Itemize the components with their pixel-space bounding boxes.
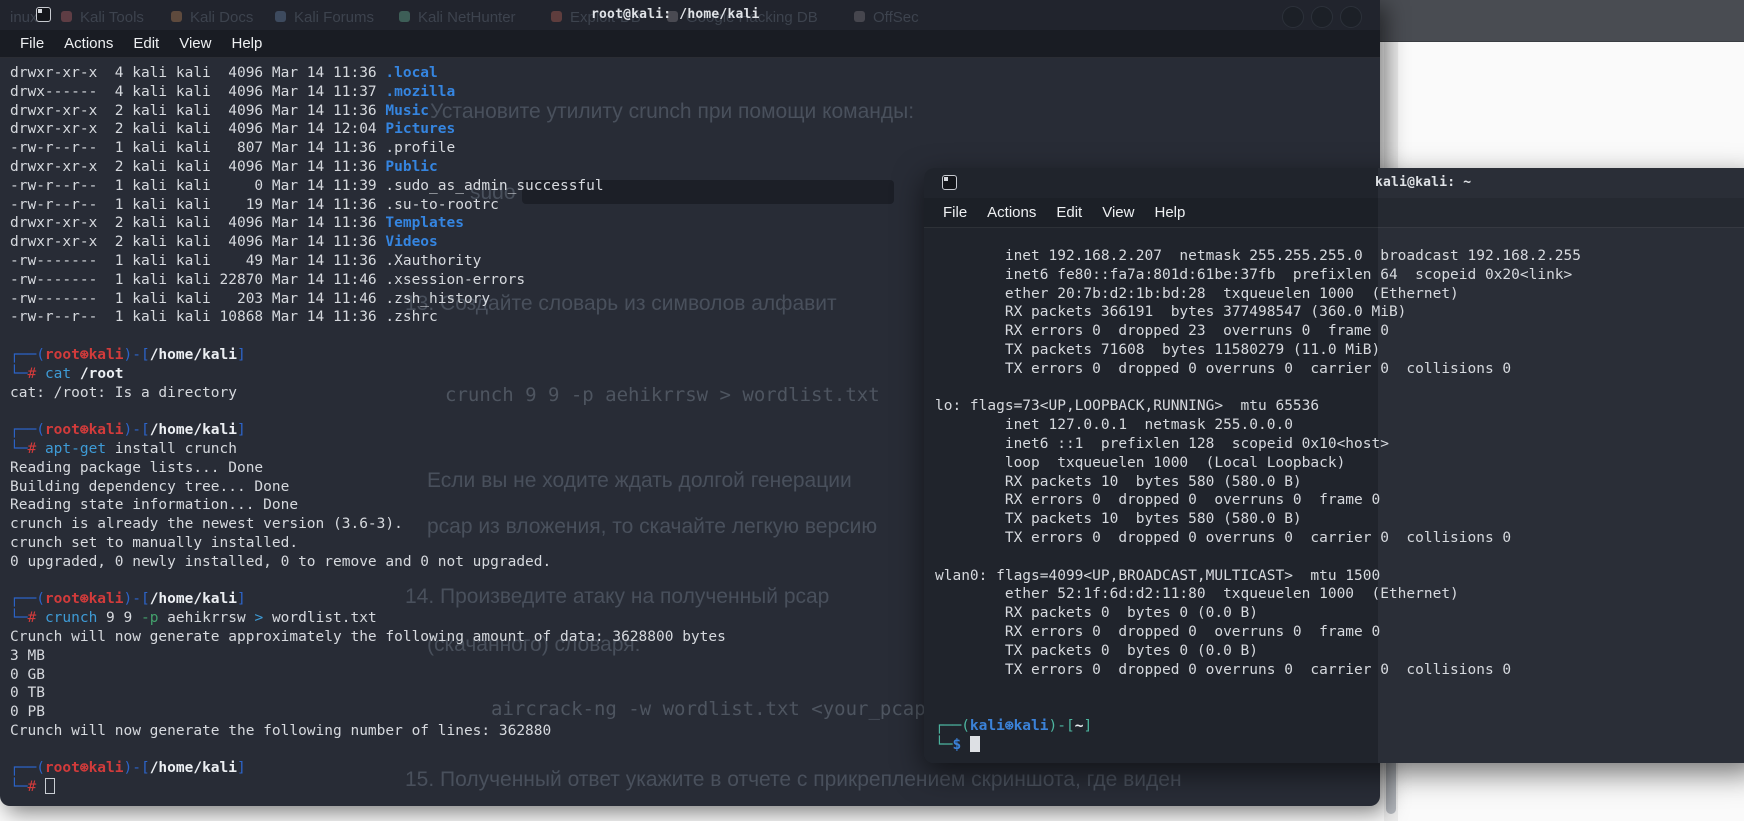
bookmark-item: Kali Tools — [80, 9, 144, 26]
terminal-line — [935, 698, 1744, 717]
window-close-button[interactable] — [1340, 6, 1362, 28]
terminal-line: TX packets 0 bytes 0 (0.0 B) — [935, 642, 1744, 661]
bookmark-item: Kali Docs — [190, 9, 253, 26]
terminal-line: TX errors 0 dropped 0 overruns 0 carrier… — [935, 360, 1744, 379]
bookmark-icon — [275, 11, 286, 22]
terminal-kali-menubar: File Actions Edit View Help — [924, 198, 1744, 228]
bookmark-item: inux — [10, 9, 38, 26]
terminal-line — [935, 679, 1744, 698]
terminal-line — [935, 548, 1744, 567]
menu-item-edit[interactable]: Edit — [1056, 204, 1082, 221]
terminal-line: loop txqueuelen 1000 (Local Loopback) — [935, 454, 1744, 473]
terminal-cursor — [970, 736, 980, 752]
desktop: результат inuxKali ToolsKali DocsKali Fo… — [0, 0, 1744, 821]
terminal-line: inet6 ::1 prefixlen 128 scopeid 0x10<hos… — [935, 435, 1744, 454]
terminal-line: wlan0: flags=4099<UP,BROADCAST,MULTICAST… — [935, 567, 1744, 586]
menu-item-view[interactable]: View — [1102, 204, 1134, 221]
terminal-icon — [36, 7, 51, 22]
bookmark-icon — [854, 11, 865, 22]
terminal-line: └─$ — [935, 736, 1744, 755]
bookmark-icon — [551, 11, 562, 22]
terminal-root-titlebar[interactable]: inux Kali Tools Kali Docs Kali Forums Kali N… — [0, 0, 1380, 30]
menu-item-view[interactable]: View — [179, 35, 211, 52]
terminal-icon — [942, 175, 957, 190]
terminal-line: drwxr-xr-x 2 kali kali 4096 Mar 14 12:04… — [10, 120, 1380, 139]
terminal-line: inet 192.168.2.207 netmask 255.255.255.0… — [935, 247, 1744, 266]
terminal-line: drwxr-xr-x 4 kali kali 4096 Mar 14 11:36… — [10, 64, 1380, 83]
terminal-line: lo: flags=73<UP,LOOPBACK,RUNNING> mtu 65… — [935, 397, 1744, 416]
menu-item-actions[interactable]: Actions — [987, 204, 1036, 221]
menu-item-file[interactable]: File — [943, 204, 967, 221]
window-maximize-button[interactable] — [1311, 6, 1333, 28]
window-minimize-button[interactable] — [1282, 6, 1304, 28]
menu-item-help[interactable]: Help — [231, 35, 262, 52]
terminal-line: drwx------ 4 kali kali 4096 Mar 14 11:37… — [10, 83, 1380, 102]
bookmark-item: Kali NetHunter — [418, 9, 516, 26]
terminal-line — [935, 379, 1744, 398]
bookmark-icon — [399, 11, 410, 22]
terminal-kali-content[interactable]: inet 192.168.2.207 netmask 255.255.255.0… — [924, 228, 1744, 758]
menu-item-help[interactable]: Help — [1154, 204, 1185, 221]
terminal-line: TX errors 0 dropped 0 overruns 0 carrier… — [935, 529, 1744, 548]
menu-item-edit[interactable]: Edit — [133, 35, 159, 52]
bookmark-item: Kali Forums — [294, 9, 374, 26]
terminal-cursor — [45, 778, 55, 794]
terminal-kali-title: kali@kali: ~ — [1375, 175, 1471, 190]
terminal-line: -rw-r--r-- 1 kali kali 807 Mar 14 11:36 … — [10, 139, 1380, 158]
bookmark-icon — [171, 11, 182, 22]
terminal-kali-titlebar[interactable]: kali@kali: ~ — [924, 168, 1744, 198]
terminal-line: └─# — [10, 778, 1380, 797]
terminal-line: TX packets 10 bytes 580 (580.0 B) — [935, 510, 1744, 529]
terminal-kali-lines: inet 192.168.2.207 netmask 255.255.255.0… — [935, 247, 1744, 755]
terminal-line: TX packets 71608 bytes 11580279 (11.0 Mi… — [935, 341, 1744, 360]
terminal-line: ether 52:1f:6d:d2:11:80 txqueuelen 1000 … — [935, 585, 1744, 604]
terminal-line: RX errors 0 dropped 0 overruns 0 frame 0 — [935, 623, 1744, 642]
terminal-line: inet 127.0.0.1 netmask 255.0.0.0 — [935, 416, 1744, 435]
menu-item-actions[interactable]: Actions — [64, 35, 113, 52]
terminal-line: RX packets 366191 bytes 377498547 (360.0… — [935, 303, 1744, 322]
terminal-line: TX errors 0 dropped 0 overruns 0 carrier… — [935, 661, 1744, 680]
terminal-line: RX packets 0 bytes 0 (0.0 B) — [935, 604, 1744, 623]
terminal-line: ┌──(kali⊛kali)-[~] — [935, 717, 1744, 736]
terminal-line: ether 20:7b:d2:1b:bd:28 txqueuelen 1000 … — [935, 285, 1744, 304]
terminal-line: RX errors 0 dropped 0 overruns 0 frame 0 — [935, 491, 1744, 510]
terminal-line: inet6 fe80::fa7a:801d:61be:37fb prefixle… — [935, 266, 1744, 285]
browser-scrollbar-thumb[interactable] — [1386, 758, 1396, 814]
terminal-line: RX errors 0 dropped 23 overruns 0 frame … — [935, 322, 1744, 341]
terminal-root-menubar: File Actions Edit View Help — [0, 30, 1380, 58]
menu-item-file[interactable]: File — [20, 35, 44, 52]
bookmark-item: OffSec — [873, 9, 919, 26]
terminal-window-kali: kali@kali: ~ File Actions Edit View Help ine… — [924, 168, 1744, 763]
bookmark-icon — [61, 11, 72, 22]
terminal-line: drwxr-xr-x 2 kali kali 4096 Mar 14 11:36… — [10, 102, 1380, 121]
terminal-line: RX packets 10 bytes 580 (580.0 B) — [935, 473, 1744, 492]
terminal-root-title: root@kali: /home/kali — [591, 7, 760, 22]
